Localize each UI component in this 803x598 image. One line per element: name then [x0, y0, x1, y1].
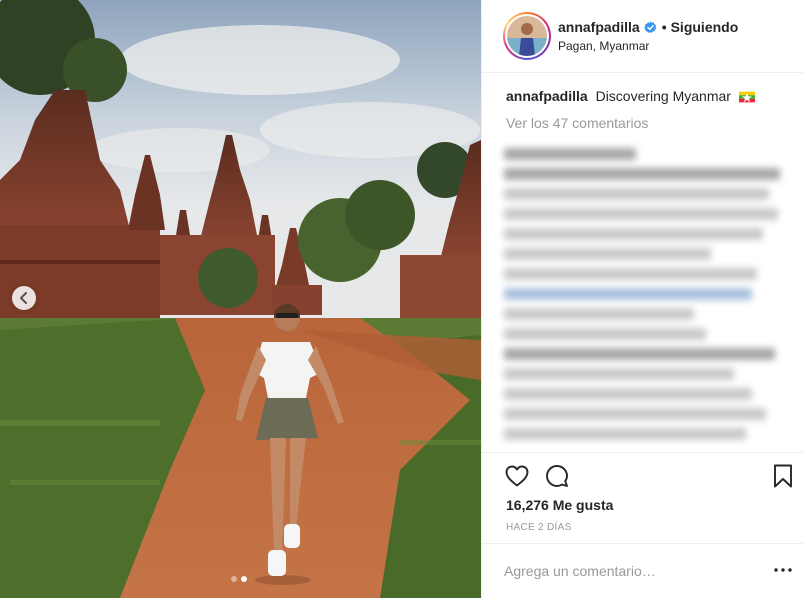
save-button[interactable]: [770, 463, 796, 489]
following-button[interactable]: Siguiendo: [671, 19, 739, 35]
carousel-dot: [231, 576, 237, 582]
like-button[interactable]: [504, 463, 530, 489]
myanmar-flag-icon: [738, 91, 755, 103]
location-link[interactable]: Pagan, Myanmar: [558, 39, 649, 53]
avatar-story-ring[interactable]: [503, 12, 551, 60]
caption-username-link[interactable]: annafpadilla: [506, 88, 588, 104]
likes-count[interactable]: 16,276 Me gusta: [506, 497, 613, 513]
chevron-left-icon: [20, 292, 27, 304]
comment-button[interactable]: [544, 463, 570, 489]
bookmark-icon: [774, 464, 792, 488]
verified-badge-icon: [643, 20, 657, 33]
comment-input[interactable]: [504, 560, 744, 582]
caption-text: Discovering Myanmar: [595, 88, 731, 104]
post-side-panel: annafpadilla • Siguiendo Pagan, Myanmar …: [481, 0, 803, 598]
avatar: [507, 16, 547, 56]
post-photo[interactable]: [0, 0, 481, 598]
comment-bubble-icon: [546, 465, 568, 487]
post-image: [0, 0, 481, 598]
view-all-comments-link[interactable]: Ver los 47 comentarios: [506, 115, 648, 131]
post-actions-bar: [482, 452, 803, 500]
carousel-prev-button[interactable]: [12, 286, 36, 310]
separator-bullet: •: [661, 19, 667, 35]
add-comment-bar: [482, 543, 803, 598]
more-options-icon: [774, 568, 792, 572]
header-username-link[interactable]: annafpadilla: [558, 19, 640, 35]
more-options-button[interactable]: [772, 562, 794, 578]
blurred-comments-list: [504, 140, 792, 452]
post-caption: annafpadilla Discovering Myanmar: [506, 88, 755, 104]
post-header: annafpadilla • Siguiendo Pagan, Myanmar: [482, 0, 803, 73]
post-timestamp: HACE 2 DÍAS: [506, 522, 572, 533]
heart-icon: [505, 465, 529, 487]
carousel-indicator: [231, 576, 247, 582]
carousel-dot-active: [241, 576, 247, 582]
